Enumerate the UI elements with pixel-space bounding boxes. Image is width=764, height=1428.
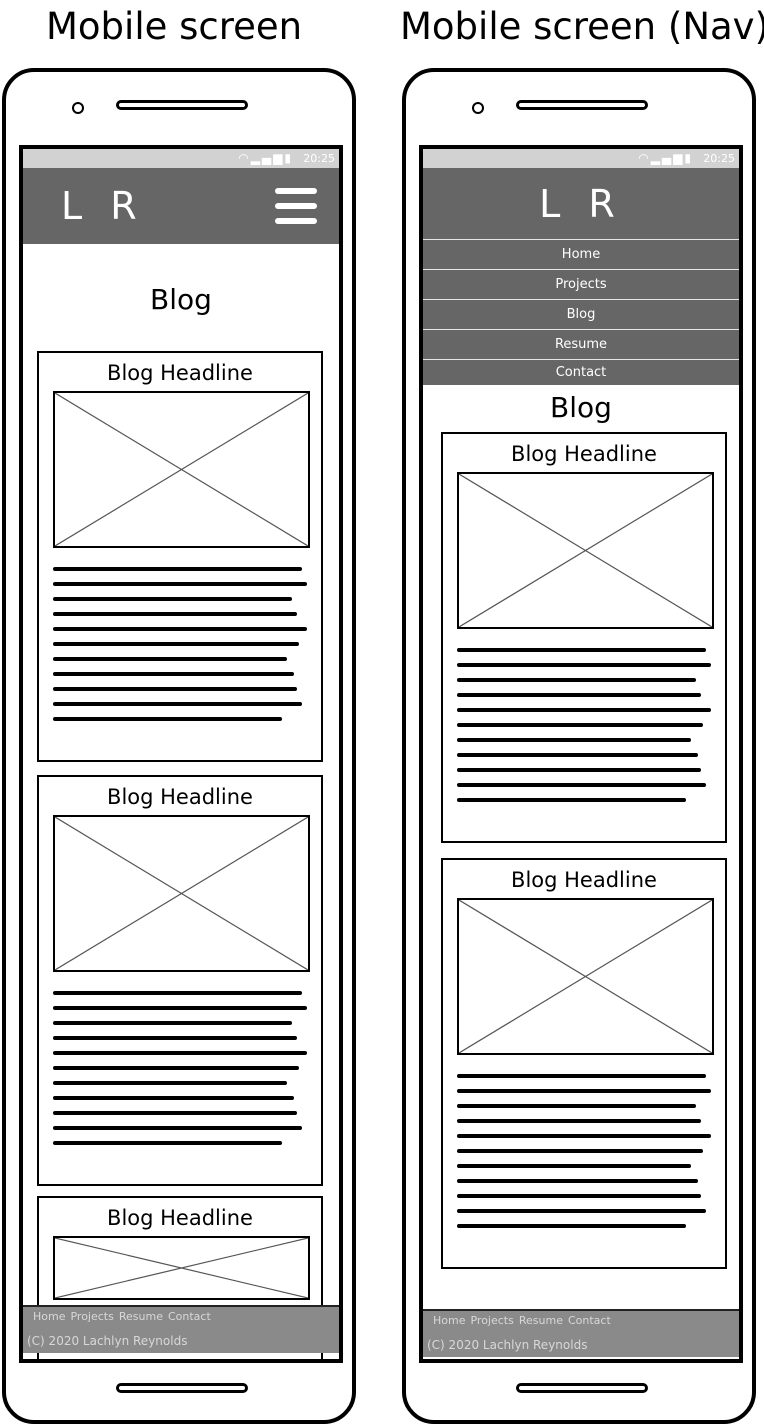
hamburger-menu-icon[interactable] — [275, 188, 317, 224]
footer-link-projects[interactable]: Projects — [470, 1314, 513, 1327]
footer-link-home[interactable]: Home — [33, 1310, 65, 1323]
status-icons: ◠▂▄▆▮ — [238, 151, 293, 165]
image-placeholder-icon — [457, 898, 714, 1055]
blog-card[interactable]: Blog Headline — [37, 351, 323, 762]
site-logo[interactable]: L R — [423, 182, 739, 226]
footer-link-resume[interactable]: Resume — [119, 1310, 163, 1323]
phone-frame: ◠▂▄▆▮ 20:25 L R Blog Blog Headline Blog … — [2, 68, 356, 1424]
mockup-title: Mobile screen (Nav) — [400, 5, 764, 48]
wifi-icon: ◠ — [638, 151, 651, 165]
footer-nav: Home Projects Resume Contact — [33, 1310, 216, 1323]
status-icons: ◠▂▄▆▮ — [638, 151, 693, 165]
status-bar: ◠▂▄▆▮ 20:25 — [23, 149, 339, 168]
phone-screen: ◠▂▄▆▮ 20:25 L R Home Projects Blog Resum… — [419, 145, 743, 1363]
blog-card[interactable]: Blog Headline — [37, 775, 323, 1186]
blog-card[interactable]: Blog Headline — [441, 432, 727, 843]
image-placeholder-icon — [53, 391, 310, 548]
home-button — [516, 1383, 648, 1393]
blog-excerpt — [53, 991, 307, 1156]
status-clock: 20:25 — [703, 152, 735, 165]
image-placeholder-icon — [457, 472, 714, 629]
blog-headline[interactable]: Blog Headline — [443, 442, 725, 466]
footer-link-contact[interactable]: Contact — [168, 1310, 211, 1323]
site-footer: Home Projects Resume Contact (C) 2020 Lachl… — [23, 1305, 339, 1353]
nav-item-contact[interactable]: Contact — [423, 359, 739, 385]
signal-icon: ▂▄▆ — [250, 151, 285, 165]
blog-excerpt — [53, 567, 307, 732]
footer-link-home[interactable]: Home — [433, 1314, 465, 1327]
nav-item-projects[interactable]: Projects — [423, 269, 739, 300]
camera-icon — [72, 102, 84, 114]
page-title: Blog — [150, 283, 212, 316]
phone-frame: ◠▂▄▆▮ 20:25 L R Home Projects Blog Resum… — [402, 68, 756, 1424]
footer-copyright: (C) 2020 Lachlyn Reynolds — [27, 1334, 188, 1348]
page-title: Blog — [550, 391, 612, 424]
blog-headline[interactable]: Blog Headline — [39, 361, 321, 385]
image-placeholder-icon — [53, 815, 310, 972]
wifi-icon: ◠ — [238, 151, 251, 165]
speaker-grille — [516, 100, 648, 110]
phone-screen: ◠▂▄▆▮ 20:25 L R Blog Blog Headline Blog … — [19, 145, 343, 1363]
footer-link-resume[interactable]: Resume — [519, 1314, 563, 1327]
blog-excerpt — [457, 648, 711, 813]
blog-headline[interactable]: Blog Headline — [443, 868, 725, 892]
app-header: L R — [23, 168, 339, 244]
nav-item-home[interactable]: Home — [423, 239, 739, 270]
signal-icon: ▂▄▆ — [650, 151, 685, 165]
blog-headline[interactable]: Blog Headline — [39, 785, 321, 809]
status-bar: ◠▂▄▆▮ 20:25 — [423, 149, 739, 168]
site-logo[interactable]: L R — [61, 184, 145, 228]
speaker-grille — [116, 100, 248, 110]
footer-copyright: (C) 2020 Lachlyn Reynolds — [427, 1338, 588, 1352]
footer-link-contact[interactable]: Contact — [568, 1314, 611, 1327]
camera-icon — [472, 102, 484, 114]
blog-card[interactable]: Blog Headline — [441, 858, 727, 1269]
nav-item-resume[interactable]: Resume — [423, 329, 739, 360]
mockup-title: Mobile screen — [46, 5, 303, 48]
image-placeholder-icon — [53, 1236, 310, 1300]
status-clock: 20:25 — [303, 152, 335, 165]
app-header: L R — [423, 168, 739, 239]
footer-link-projects[interactable]: Projects — [70, 1310, 113, 1323]
blog-excerpt — [457, 1074, 711, 1239]
battery-icon: ▮ — [284, 151, 293, 165]
blog-headline[interactable]: Blog Headline — [39, 1206, 321, 1230]
site-footer: Home Projects Resume Contact (C) 2020 Lachl… — [423, 1309, 739, 1357]
home-button — [116, 1383, 248, 1393]
footer-nav: Home Projects Resume Contact — [433, 1314, 616, 1327]
nav-item-blog[interactable]: Blog — [423, 299, 739, 330]
battery-icon: ▮ — [684, 151, 693, 165]
